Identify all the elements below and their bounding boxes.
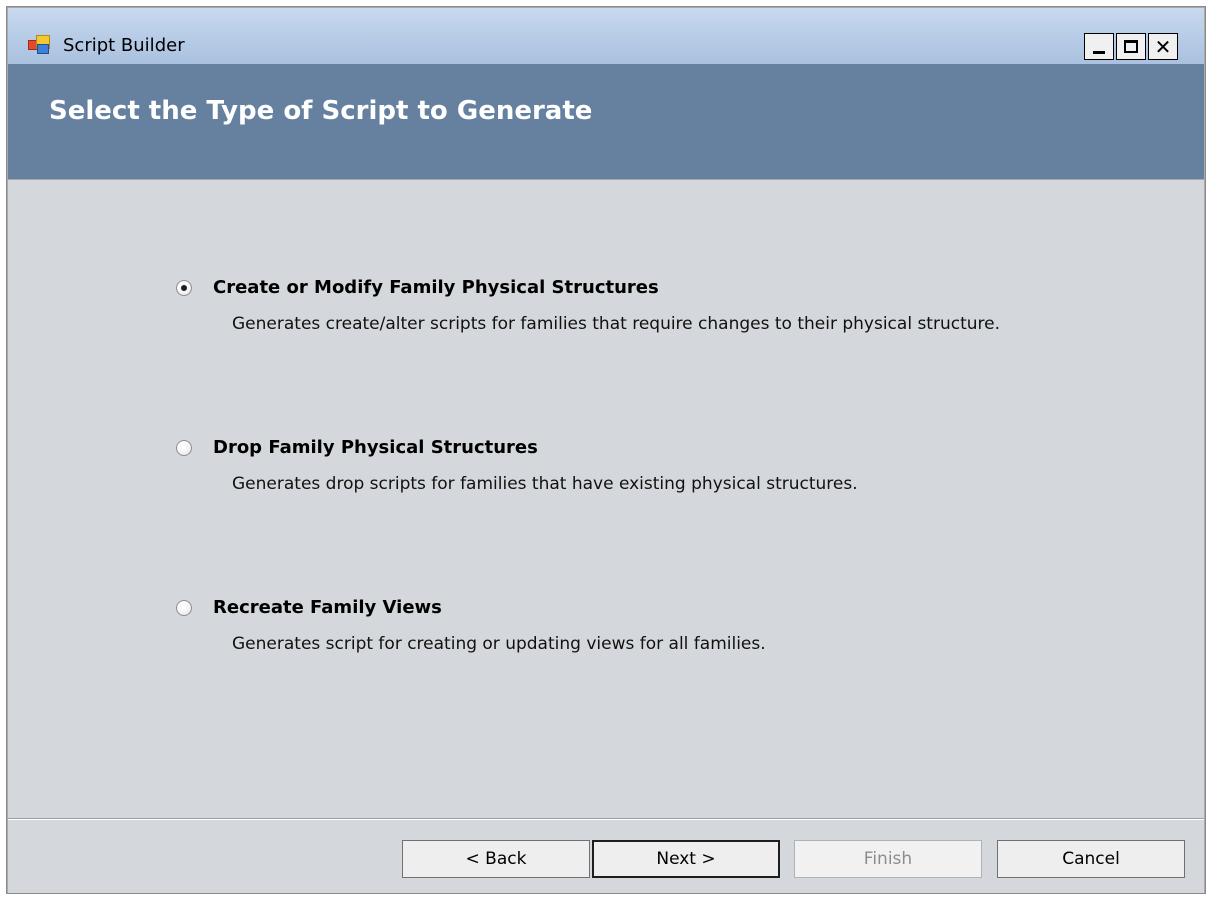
option-description: Generates drop scripts for families that… xyxy=(232,474,858,494)
option-label[interactable]: Create or Modify Family Physical Structu… xyxy=(213,277,659,298)
option-label[interactable]: Drop Family Physical Structures xyxy=(213,437,538,458)
back-button[interactable]: < Back xyxy=(402,840,590,878)
window-title: Script Builder xyxy=(63,35,185,56)
close-icon: ✕ xyxy=(1154,34,1172,59)
radio-drop[interactable] xyxy=(176,440,192,456)
app-icon xyxy=(28,35,52,55)
radio-create-modify[interactable] xyxy=(176,280,192,296)
finish-button[interactable]: Finish xyxy=(794,840,982,878)
option-description: Generates create/alter scripts for famil… xyxy=(232,314,1000,334)
title-bar[interactable]: Script Builder ✕ xyxy=(8,8,1204,64)
next-button[interactable]: Next > xyxy=(592,840,780,878)
wizard-header: Select the Type of Script to Generate xyxy=(8,64,1204,179)
option-description: Generates script for creating or updatin… xyxy=(232,634,766,654)
wizard-content: Create or Modify Family Physical Structu… xyxy=(8,180,1204,818)
minimize-button[interactable] xyxy=(1084,33,1114,60)
option-label[interactable]: Recreate Family Views xyxy=(213,597,442,618)
page-title: Select the Type of Script to Generate xyxy=(49,96,593,126)
maximize-icon xyxy=(1124,40,1138,53)
wizard-footer: < Back Next > Finish Cancel xyxy=(8,820,1204,893)
minimize-icon xyxy=(1093,51,1105,54)
cancel-button[interactable]: Cancel xyxy=(997,840,1185,878)
script-builder-window: Script Builder ✕ Select the Type of Scri… xyxy=(6,6,1206,894)
close-button[interactable]: ✕ xyxy=(1148,33,1178,60)
radio-recreate-views[interactable] xyxy=(176,600,192,616)
maximize-button[interactable] xyxy=(1116,33,1146,60)
